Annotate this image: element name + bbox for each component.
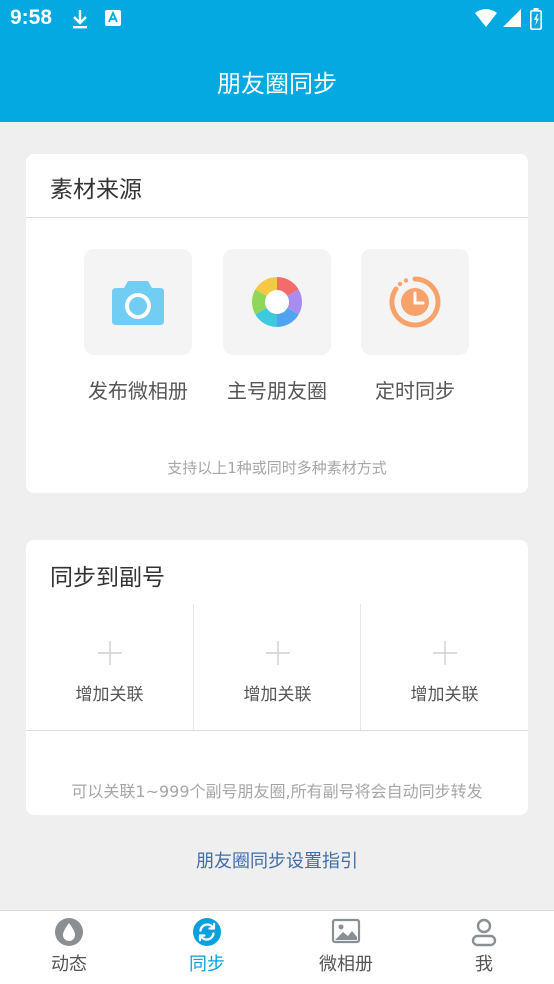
material-source-card: 素材来源 发布微相册 主号朋友圈 定时同步 支持以上1种或同时多种素材方式 xyxy=(26,154,528,493)
drop-icon xyxy=(55,918,83,946)
main-moments-label: 主号朋友圈 xyxy=(227,379,327,403)
publish-album-option[interactable]: 发布微相册 xyxy=(73,249,203,404)
camera-icon xyxy=(112,281,164,325)
publish-album-label: 发布微相册 xyxy=(88,379,188,403)
add-link-label: 增加关联 xyxy=(243,685,312,705)
app-header: 9:58 朋友圈同步 xyxy=(0,0,554,122)
sync-icon xyxy=(193,918,221,946)
tab-me[interactable]: 我 xyxy=(415,911,553,984)
timed-sync-tile[interactable] xyxy=(361,249,469,355)
sync-to-sub-title: 同步到副号 xyxy=(50,565,165,591)
tab-label: 微相册 xyxy=(319,954,373,975)
main-moments-tile[interactable] xyxy=(223,249,331,355)
tab-sync[interactable]: 同步 xyxy=(138,911,276,984)
add-link-label: 增加关联 xyxy=(75,685,144,705)
divider xyxy=(26,730,528,731)
wifi-icon xyxy=(475,9,497,27)
divider xyxy=(26,217,528,218)
plus-icon xyxy=(265,641,290,665)
add-link-label: 增加关联 xyxy=(410,685,479,705)
plus-icon xyxy=(97,641,122,665)
tab-dynamics[interactable]: 动态 xyxy=(0,911,138,984)
status-time: 9:58 xyxy=(10,6,53,29)
add-link-slot-1[interactable]: 增加关联 xyxy=(26,604,193,730)
a11y-icon xyxy=(105,10,121,26)
add-link-slot-3[interactable]: 增加关联 xyxy=(361,604,528,730)
tab-label: 动态 xyxy=(51,954,87,975)
aperture-icon xyxy=(252,277,302,327)
tab-micro-album[interactable]: 微相册 xyxy=(277,911,415,984)
main-moments-option[interactable]: 主号朋友圈 xyxy=(212,249,342,404)
timer-icon xyxy=(389,276,441,328)
battery-icon xyxy=(530,8,542,30)
sync-to-sub-tip: 可以关联1~999个副号朋友圈,所有副号将会自动同步转发 xyxy=(71,782,483,801)
sync-setup-guide-link[interactable]: 朋友圈同步设置指引 xyxy=(0,847,554,873)
timed-sync-label: 定时同步 xyxy=(375,379,455,403)
download-icon xyxy=(73,10,87,29)
tab-label: 我 xyxy=(475,954,493,975)
plus-icon xyxy=(432,641,457,665)
add-link-slot-2[interactable]: 增加关联 xyxy=(194,604,361,730)
status-bar: 9:58 xyxy=(0,0,554,38)
bottom-tab-bar: 动态 同步 微相册 我 xyxy=(0,910,554,984)
page-title: 朋友圈同步 xyxy=(217,70,337,98)
tab-label: 同步 xyxy=(189,954,225,975)
signal-icon xyxy=(503,9,521,27)
sync-to-sub-card: 同步到副号 增加关联 增加关联 增加关联 可以关联1~999个副号朋友圈,所有副… xyxy=(26,540,528,815)
image-icon xyxy=(331,918,361,944)
person-icon xyxy=(471,918,497,947)
material-source-tip: 支持以上1种或同时多种素材方式 xyxy=(167,459,387,477)
timed-sync-option[interactable]: 定时同步 xyxy=(350,249,480,404)
material-source-title: 素材来源 xyxy=(50,177,142,203)
publish-album-tile[interactable] xyxy=(84,249,192,355)
